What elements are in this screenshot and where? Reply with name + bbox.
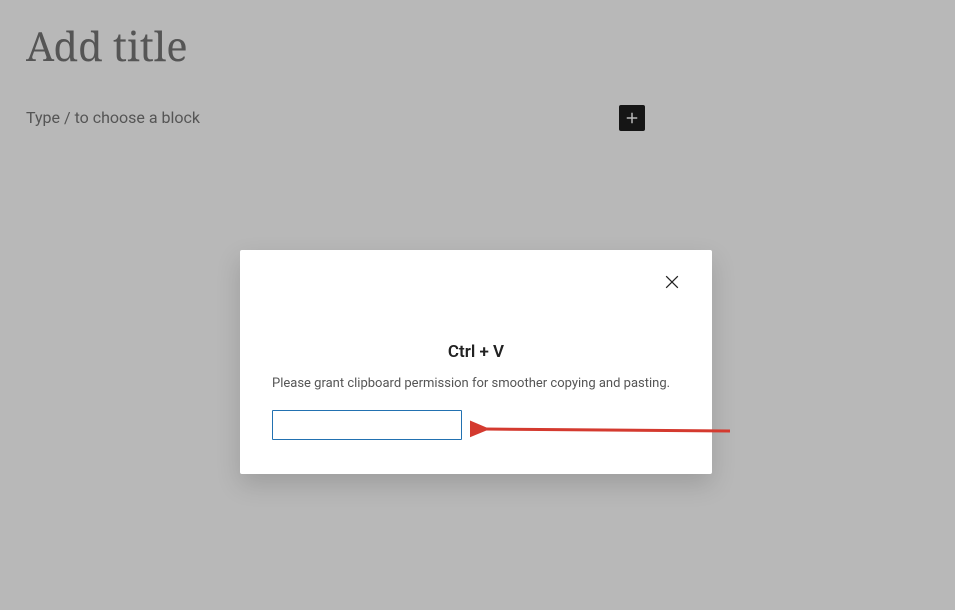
clipboard-paste-input[interactable]	[272, 410, 462, 440]
clipboard-permission-modal: Ctrl + V Please grant clipboard permissi…	[240, 250, 712, 474]
modal-description: Please grant clipboard permission for sm…	[272, 376, 680, 391]
modal-close-button[interactable]	[660, 270, 684, 294]
modal-title: Ctrl + V	[240, 342, 712, 362]
close-icon	[662, 272, 682, 292]
